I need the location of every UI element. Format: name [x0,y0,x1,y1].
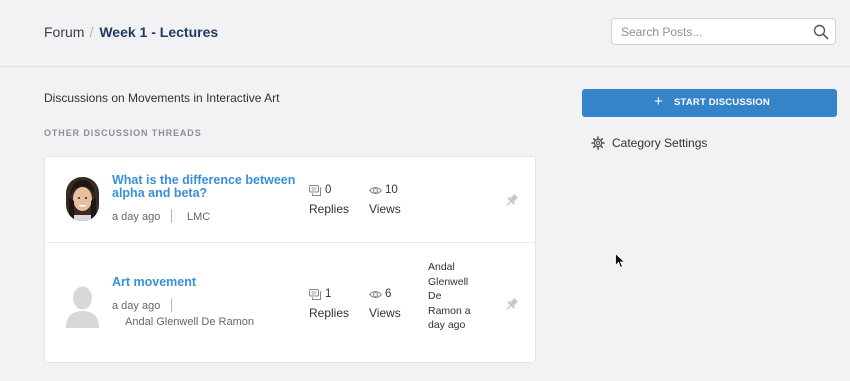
breadcrumb-separator: / [89,24,94,40]
eye-icon [369,187,382,194]
meta-divider [171,209,172,223]
search-icon[interactable] [813,24,829,40]
views-count: 10 [385,184,398,196]
thread-author: Andal Glenwell De Ramon [125,316,255,328]
thread-time: a day ago [112,211,161,223]
thread-title-link[interactable]: Art movement [112,276,298,289]
views-label: Views [369,306,401,320]
page-title: Week 1 - Lectures [99,24,219,40]
start-discussion-button[interactable]: + START DISCUSSION [582,89,837,117]
search-input[interactable] [621,19,811,44]
thread-title-link[interactable]: What is the difference between alpha and… [112,174,298,200]
breadcrumb: Forum / Week 1 - Lectures [44,24,218,40]
user-photo [66,177,99,221]
section-label: OTHER DISCUSSION THREADS [44,128,202,138]
avatar [66,177,99,221]
plus-icon: + [654,93,663,110]
search-box [611,18,836,45]
meta-divider [171,298,172,312]
replies-count: 1 [325,288,332,300]
comments-icon [309,289,322,300]
thread-row: Art movement a day ago Andal Glenwell De… [45,243,535,363]
replies-label: Replies [309,306,350,320]
thread-list: What is the difference between alpha and… [44,156,536,363]
page-header: Forum / Week 1 - Lectures [0,0,850,67]
pin-icon[interactable] [504,297,519,312]
thread-row: What is the difference between alpha and… [45,157,535,243]
replies-count: 0 [325,184,332,196]
views-label: Views [369,202,401,216]
thread-time: a day ago [112,300,161,312]
comments-icon [309,185,322,196]
mouse-pointer-icon [615,253,626,269]
eye-icon [369,291,382,298]
default-avatar-icon [66,286,99,328]
gear-icon [591,136,605,150]
last-activity: Andal Glenwell De Ramon a day ago [428,261,471,332]
views-count: 6 [385,288,392,300]
pin-icon[interactable] [504,193,519,208]
thread-author: LMC [187,211,211,223]
start-discussion-label: START DISCUSSION [674,97,770,108]
breadcrumb-forum-link[interactable]: Forum [44,24,84,40]
category-description: Discussions on Movements in Interactive … [44,91,280,105]
category-settings-label: Category Settings [612,136,708,150]
replies-label: Replies [309,202,350,216]
